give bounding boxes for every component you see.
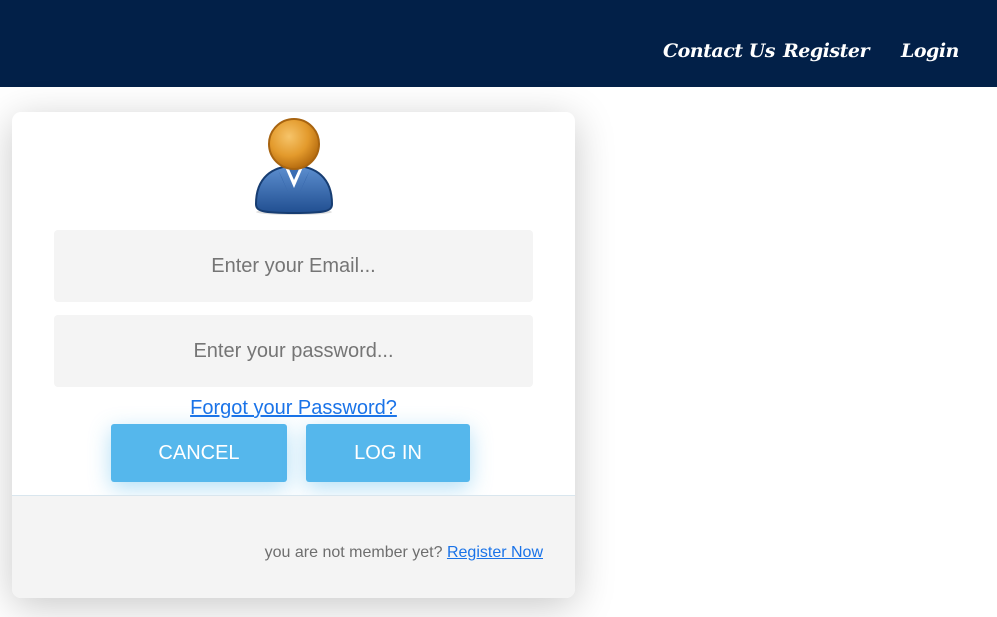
- top-navbar: Contact Us Register Login: [0, 0, 997, 87]
- register-prompt: you are not member yet? Register Now: [265, 544, 543, 562]
- register-now-link[interactable]: Register Now: [447, 544, 543, 561]
- forgot-password-row: Forgot your Password?: [12, 397, 575, 420]
- email-field[interactable]: [54, 230, 533, 302]
- password-field[interactable]: [54, 315, 533, 387]
- login-card: Forgot your Password? CANCEL LOG IN you …: [12, 112, 575, 598]
- nav-login-link[interactable]: Login: [901, 40, 959, 62]
- cancel-button[interactable]: CANCEL: [111, 424, 287, 482]
- login-button[interactable]: LOG IN: [306, 424, 470, 482]
- forgot-password-link[interactable]: Forgot your Password?: [190, 397, 397, 419]
- nav-contact-us-link[interactable]: Contact Us: [663, 40, 775, 62]
- register-prompt-text: you are not member yet?: [264, 544, 443, 561]
- nav-register-link[interactable]: Register: [783, 40, 869, 62]
- user-avatar-icon: [254, 118, 334, 215]
- card-footer: you are not member yet? Register Now: [12, 495, 575, 598]
